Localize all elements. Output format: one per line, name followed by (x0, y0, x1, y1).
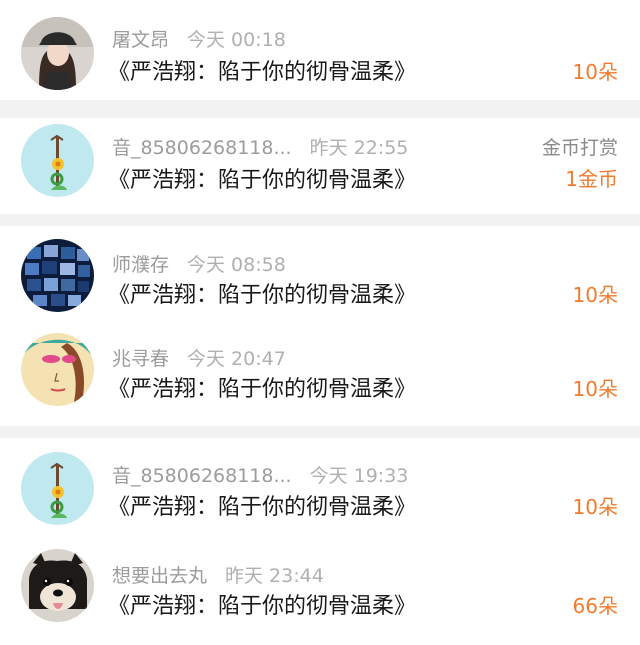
avatar[interactable] (21, 452, 94, 525)
book-title[interactable]: 《严浩翔：陷于你的彻骨温柔》 (108, 162, 416, 194)
gift-amount: 10朵 (572, 377, 618, 401)
username[interactable]: 音_85806268118... (112, 137, 292, 159)
gift-amount: 1金币 (565, 167, 618, 191)
woman-cap-avatar-icon (21, 17, 94, 90)
gift-meta: 想要出去丸 昨天 23:44 (112, 561, 324, 588)
flower-plant-avatar-icon (21, 124, 94, 197)
list-item[interactable]: 音_85806268118... 今天 19:33 《严浩翔：陷于你的彻骨温柔》 … (0, 449, 640, 539)
username[interactable]: 师濮存 (112, 254, 169, 276)
book-title[interactable]: 《严浩翔：陷于你的彻骨温柔》 (108, 489, 416, 521)
book-title[interactable]: 《严浩翔：陷于你的彻骨温柔》 (108, 371, 416, 403)
timestamp: 今天 19:33 (309, 465, 409, 487)
timestamp: 今天 08:58 (187, 254, 286, 276)
avatar[interactable] (21, 239, 94, 312)
book-title[interactable]: 《严浩翔：陷于你的彻骨温柔》 (108, 277, 416, 309)
timestamp: 今天 20:47 (187, 348, 286, 370)
gift-type-label: 金币打赏 (541, 137, 618, 159)
list-item[interactable]: 屠文昂 今天 00:18 《严浩翔：陷于你的彻骨温柔》 10朵 (0, 14, 640, 104)
list-item[interactable]: 兆寻春 今天 20:47 《严浩翔：陷于你的彻骨温柔》 10朵 (0, 330, 640, 420)
username[interactable]: 音_85806268118... (112, 465, 292, 487)
username[interactable]: 屠文昂 (112, 29, 169, 51)
avatar[interactable] (21, 17, 94, 90)
gift-meta: 师濮存 今天 08:58 (112, 250, 286, 277)
book-title[interactable]: 《严浩翔：陷于你的彻骨温柔》 (108, 54, 416, 86)
gift-amount: 10朵 (572, 495, 618, 519)
username[interactable]: 兆寻春 (112, 348, 169, 370)
timestamp: 昨天 22:55 (309, 137, 409, 159)
avatar[interactable] (21, 549, 94, 622)
list-item[interactable]: 想要出去丸 昨天 23:44 《严浩翔：陷于你的彻骨温柔》 66朵 (0, 549, 640, 639)
painted-girl-avatar-icon (21, 333, 94, 406)
timestamp: 昨天 23:44 (225, 565, 324, 587)
gift-amount: 10朵 (572, 283, 618, 307)
gift-meta: 音_85806268118... 今天 19:33 (112, 461, 408, 488)
avatar[interactable] (21, 333, 94, 406)
gift-meta: 兆寻春 今天 20:47 (112, 344, 286, 371)
flower-plant-avatar-icon (21, 452, 94, 525)
gift-meta: 屠文昂 今天 00:18 (112, 25, 286, 52)
list-item[interactable]: 师濮存 今天 08:58 《严浩翔：陷于你的彻骨温柔》 10朵 (0, 236, 640, 326)
gift-meta: 音_85806268118... 昨天 22:55 (112, 133, 408, 160)
avatar[interactable] (21, 124, 94, 197)
collage-avatar-icon (21, 239, 94, 312)
book-title[interactable]: 《严浩翔：陷于你的彻骨温柔》 (108, 588, 416, 620)
username[interactable]: 想要出去丸 (112, 565, 207, 587)
dog-avatar-icon (21, 549, 94, 622)
list-item[interactable]: 音_85806268118... 昨天 22:55 金币打赏 《严浩翔：陷于你的彻… (0, 124, 640, 214)
gift-amount: 66朵 (572, 594, 618, 618)
gift-amount: 10朵 (572, 60, 618, 84)
timestamp: 今天 00:18 (187, 29, 286, 51)
